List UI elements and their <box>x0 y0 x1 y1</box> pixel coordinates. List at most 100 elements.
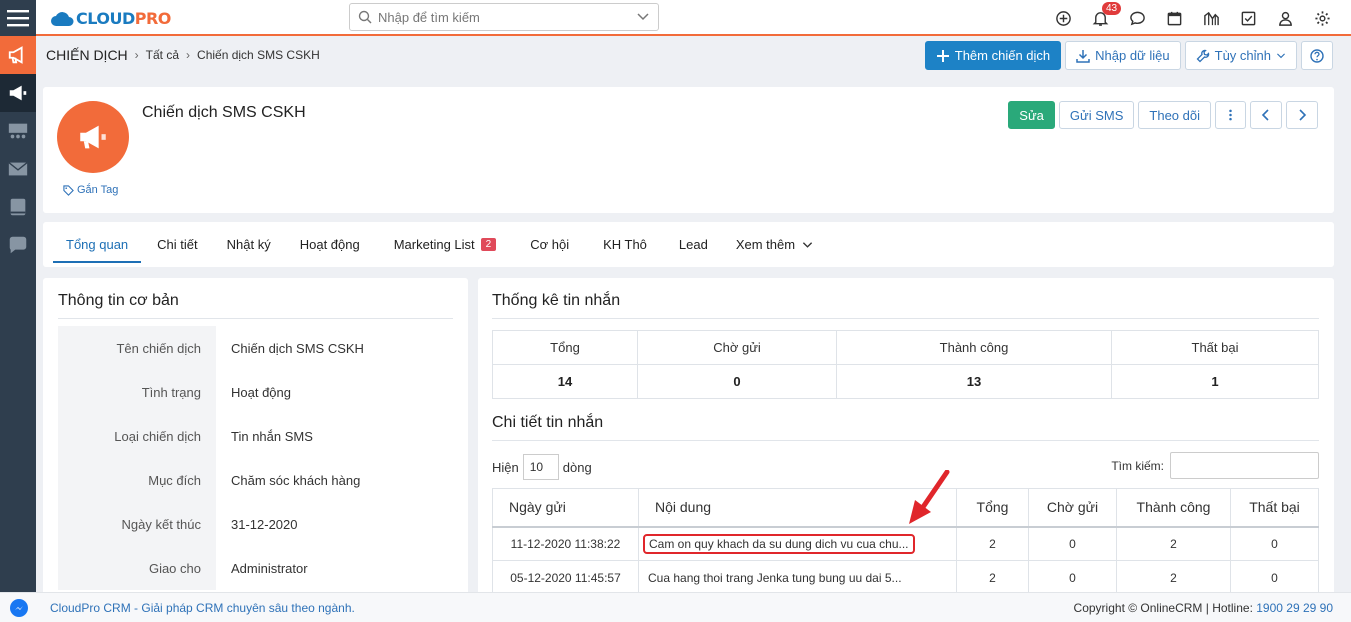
messages-button[interactable] <box>1119 0 1156 36</box>
breadcrumb-all[interactable]: Tất cả <box>146 48 179 62</box>
page-actions: Thêm chiến dịch Nhập dữ liệu Tùy chỉnh <box>924 41 1333 70</box>
global-search[interactable] <box>349 3 659 31</box>
record-tabs: Tổng quan Chi tiết Nhật ký Hoạt động Mar… <box>43 222 1334 267</box>
divider <box>58 318 453 319</box>
messenger-icon[interactable] <box>10 599 28 617</box>
table-row: 11-12-2020 11:38:22 Cam on quy khach da … <box>492 526 1319 561</box>
chat-bubble-icon <box>1130 11 1145 25</box>
message-content-link[interactable]: Cam on quy khach da su dung dich vu cua … <box>643 533 915 554</box>
check-square-icon <box>1241 11 1256 25</box>
footer-copyright: Copyright © OnlineCRM | Hotline: 1900 29… <box>1073 601 1333 615</box>
sidebar-item-campaign-active[interactable] <box>0 74 36 112</box>
tasks-button[interactable] <box>1230 0 1267 36</box>
summary-failed: 1 <box>1111 364 1319 399</box>
breadcrumb-row: CHIẾN DỊCH › Tất cả › Chiến dịch SMS CSK… <box>36 38 1351 74</box>
help-button[interactable] <box>1301 41 1333 70</box>
tab-lead[interactable]: Lead <box>666 222 721 267</box>
summary-header-pending: Chờ gửi <box>637 330 837 365</box>
footer: CloudPro CRM - Giải pháp CRM chuyên sâu … <box>0 592 1351 622</box>
tab-opportunity[interactable]: Cơ hội <box>517 222 582 267</box>
tab-overview[interactable]: Tổng quan <box>53 222 142 267</box>
bullhorn-icon <box>9 85 27 101</box>
breadcrumb-root[interactable]: CHIẾN DỊCH <box>46 47 128 63</box>
breadcrumb: CHIẾN DỊCH › Tất cả › Chiến dịch SMS CSK… <box>46 47 320 63</box>
message-content-link[interactable]: Cua hang thoi trang Jenka tung bung uu d… <box>648 571 902 585</box>
info-row-purpose: Mục đích Chăm sóc khách hàng <box>58 458 453 502</box>
tab-more[interactable]: Xem thêm <box>723 222 826 267</box>
cloudpro-logo[interactable]: CLOUDPRO <box>50 7 171 29</box>
wrench-icon <box>1196 49 1209 62</box>
group-icon <box>8 123 28 139</box>
page-size-select[interactable]: 10 <box>522 454 559 480</box>
plus-circle-icon <box>1056 10 1071 26</box>
chevron-down-icon[interactable] <box>636 12 650 22</box>
summary-success: 13 <box>836 364 1112 399</box>
summary-total: 14 <box>492 364 638 399</box>
sidebar-item-chat[interactable] <box>0 226 36 264</box>
cloud-logo-icon <box>51 12 74 26</box>
message-stats-panel: Thống kê tin nhắn Tổng Chờ gửi Thành côn… <box>478 278 1334 598</box>
profile-button[interactable] <box>1267 0 1304 36</box>
megaphone-icon <box>8 46 23 64</box>
customize-button[interactable]: Tùy chỉnh <box>1184 41 1297 70</box>
record-actions: Sửa Gửi SMS Theo dõi <box>1008 101 1318 129</box>
info-row-assignee: Giao cho Administrator <box>58 546 453 590</box>
footer-tagline[interactable]: CloudPro CRM - Giải pháp CRM chuyên sâu … <box>50 601 355 615</box>
megaphone-icon <box>80 125 106 149</box>
book-icon <box>10 198 26 216</box>
chevron-right-icon <box>1299 109 1307 121</box>
column-header-success[interactable]: Thành công <box>1116 488 1231 528</box>
sidebar-item-groups[interactable] <box>0 112 36 150</box>
basic-info-table: Tên chiến dịch Chiến dịch SMS CSKH Tình … <box>58 326 453 590</box>
tab-detail[interactable]: Chi tiết <box>144 222 210 267</box>
hotline-link[interactable]: 1900 29 29 90 <box>1256 601 1333 615</box>
chevron-right-icon: › <box>186 48 191 62</box>
summary-header-success: Thành công <box>836 330 1112 365</box>
user-icon <box>1279 11 1292 26</box>
info-row-end-date: Ngày kết thúc 31-12-2020 <box>58 502 453 546</box>
message-detail-title: Chi tiết tin nhắn <box>492 414 604 431</box>
previous-record-button[interactable] <box>1250 101 1282 129</box>
chat-icon <box>9 236 27 254</box>
sidebar-item-email[interactable] <box>0 150 36 188</box>
settings-button[interactable] <box>1304 0 1341 36</box>
quick-create-button[interactable] <box>1045 0 1082 36</box>
notifications-button[interactable]: 43 <box>1082 0 1122 36</box>
import-data-button[interactable]: Nhập dữ liệu <box>1065 41 1181 70</box>
hamburger-menu-icon[interactable] <box>0 0 36 36</box>
tab-marketing-list[interactable]: Marketing List 2 <box>381 222 509 267</box>
tab-activity[interactable]: Hoạt động <box>287 222 373 267</box>
column-header-pending[interactable]: Chờ gửi <box>1028 488 1117 528</box>
sidebar-item-docs[interactable] <box>0 188 36 226</box>
column-header-date[interactable]: Ngày gửi <box>492 488 639 528</box>
column-header-total[interactable]: Tổng <box>956 488 1029 528</box>
reports-button[interactable] <box>1193 0 1230 36</box>
add-campaign-button[interactable]: Thêm chiến dịch <box>924 41 1062 70</box>
column-header-failed[interactable]: Thất bại <box>1230 488 1319 528</box>
sidebar-item-campaign[interactable] <box>0 36 36 74</box>
edit-button[interactable]: Sửa <box>1008 101 1055 129</box>
tag-icon <box>63 184 74 196</box>
calendar-button[interactable] <box>1156 0 1193 36</box>
add-tag-link[interactable]: Gắn Tag <box>63 184 118 196</box>
left-sidebar <box>0 0 36 622</box>
top-icons: 43 <box>1045 0 1341 36</box>
calendar-icon <box>1167 11 1182 25</box>
envelope-icon <box>8 162 28 176</box>
tab-raw-customer[interactable]: KH Thô <box>590 222 660 267</box>
basic-info-panel: Thông tin cơ bản Tên chiến dịch Chiến dị… <box>43 278 468 598</box>
more-actions-button[interactable] <box>1215 101 1246 129</box>
breadcrumb-current: Chiến dịch SMS CSKH <box>197 48 320 62</box>
send-sms-button[interactable]: Gửi SMS <box>1058 101 1135 129</box>
info-row-type: Loại chiến dịch Tin nhắn SMS <box>58 414 453 458</box>
search-input[interactable] <box>378 9 636 25</box>
tab-log[interactable]: Nhật ký <box>214 222 284 267</box>
more-vertical-icon <box>1229 109 1232 121</box>
table-search-input[interactable] <box>1170 452 1319 479</box>
follow-button[interactable]: Theo dõi <box>1138 101 1211 129</box>
next-record-button[interactable] <box>1286 101 1318 129</box>
record-header: Chiến dịch SMS CSKH Gắn Tag Sửa Gửi SMS … <box>43 87 1334 213</box>
page-length-control: Hiện 10 dòng <box>492 454 592 480</box>
marketing-list-count-badge: 2 <box>480 238 497 251</box>
plus-icon <box>936 49 949 62</box>
